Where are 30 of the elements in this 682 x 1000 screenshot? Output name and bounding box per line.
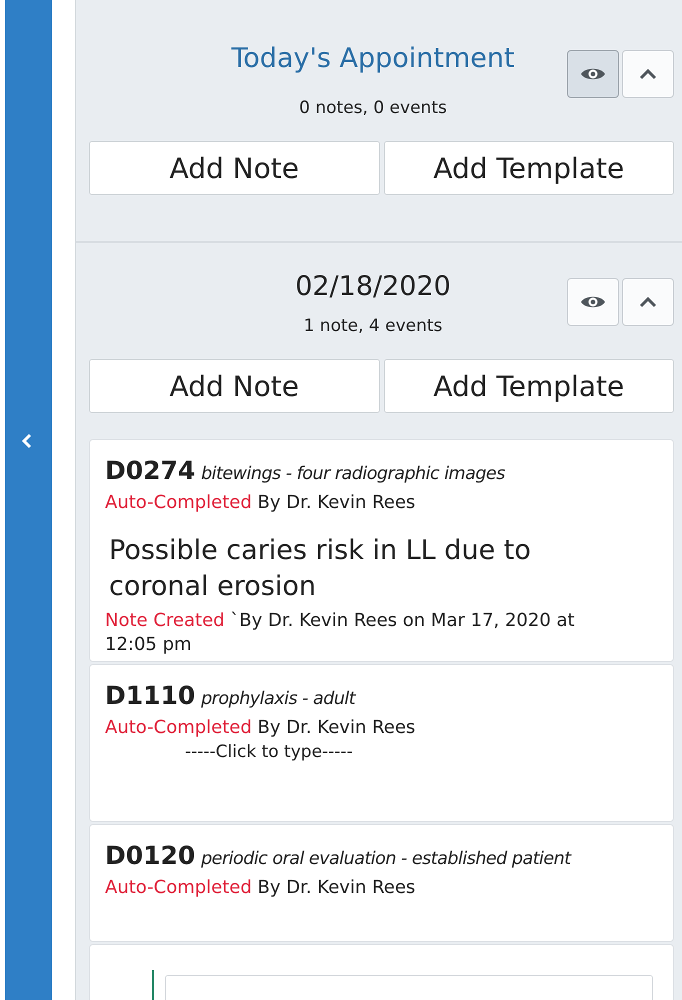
procedure-description: prophylaxis - adult (201, 689, 356, 709)
procedure-code: D1110 (105, 681, 196, 710)
procedure-description: bitewings - four radiographic images (201, 464, 505, 484)
chevron-up-icon (639, 68, 657, 80)
note-text: Possible caries risk in LL due to coronal erosion (109, 534, 532, 604)
collapse-sidebar-button[interactable] (21, 432, 33, 450)
procedure-code: D0120 (105, 841, 196, 870)
author-text: By Dr. Kevin Rees (258, 877, 416, 898)
note-input-field[interactable]: -----Click to type----- (185, 742, 353, 762)
collapse-toggle[interactable] (622, 278, 674, 326)
author-text: By Dr. Kevin Rees (258, 717, 416, 738)
status-label: Auto-Completed (105, 877, 252, 898)
procedure-description: periodic oral evaluation - established patient (201, 849, 571, 869)
section-summary: 0 notes, 0 events (299, 97, 447, 119)
note-meta-text: Note Created `By Dr. Kevin Rees on Mar 17, 2020 at 12:05 pm (105, 609, 576, 657)
add-note-button[interactable]: Add Note (89, 359, 380, 413)
add-note-button[interactable]: Add Note (89, 141, 380, 195)
add-template-button[interactable]: Add Template (384, 359, 674, 413)
procedure-code: D0274 (105, 456, 196, 485)
section-title: 02/18/2020 (295, 270, 451, 304)
status-label: Auto-Completed (105, 717, 252, 738)
section-title: Today's Appointment (231, 42, 515, 76)
visibility-toggle[interactable] (567, 278, 619, 326)
add-template-button[interactable]: Add Template (384, 141, 674, 195)
collapse-toggle[interactable] (622, 50, 674, 98)
section-summary: 1 note, 4 events (304, 315, 442, 337)
visibility-toggle[interactable] (567, 50, 619, 98)
author-text: By Dr. Kevin Rees (258, 492, 416, 513)
chevron-up-icon (639, 296, 657, 308)
status-label: Auto-Completed (105, 492, 252, 513)
